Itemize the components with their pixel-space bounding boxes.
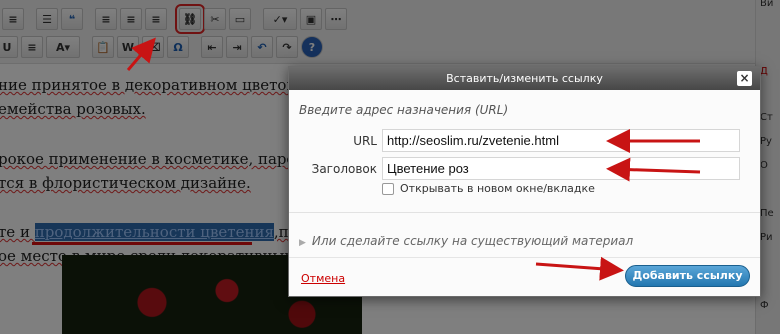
cancel-link[interactable]: Отмена — [301, 272, 345, 285]
url-hint: Введите адрес назначения (URL) — [299, 103, 509, 117]
new-window-checkbox[interactable] — [382, 182, 394, 195]
existing-content-label: Или сделайте ссылку на существующий мате… — [311, 234, 634, 248]
dialog-title-text: Вставить/изменить ссылку — [446, 72, 603, 85]
url-input[interactable]: http://seoslim.ru/zvetenie.html — [382, 129, 740, 152]
close-icon[interactable]: × — [737, 71, 752, 86]
url-label: URL — [353, 134, 377, 148]
new-window-label: Открывать в новом окне/вкладке — [400, 182, 595, 195]
triangle-right-icon: ▶ — [299, 238, 306, 248]
add-link-button[interactable]: Добавить ссылку — [625, 265, 750, 287]
title-input[interactable]: Цветение роз — [382, 157, 740, 180]
dialog-footer: Отмена Добавить ссылку — [289, 257, 760, 296]
new-window-option[interactable]: Открывать в новом окне/вкладке — [382, 182, 595, 195]
dialog-title: Вставить/изменить ссылку × — [289, 67, 760, 90]
title-label: Заголовок — [311, 162, 377, 176]
divider — [289, 212, 760, 213]
existing-content-toggle[interactable]: ▶ Или сделайте ссылку на существующий мат… — [299, 234, 633, 248]
link-dialog: Вставить/изменить ссылку × Введите адрес… — [288, 66, 761, 297]
